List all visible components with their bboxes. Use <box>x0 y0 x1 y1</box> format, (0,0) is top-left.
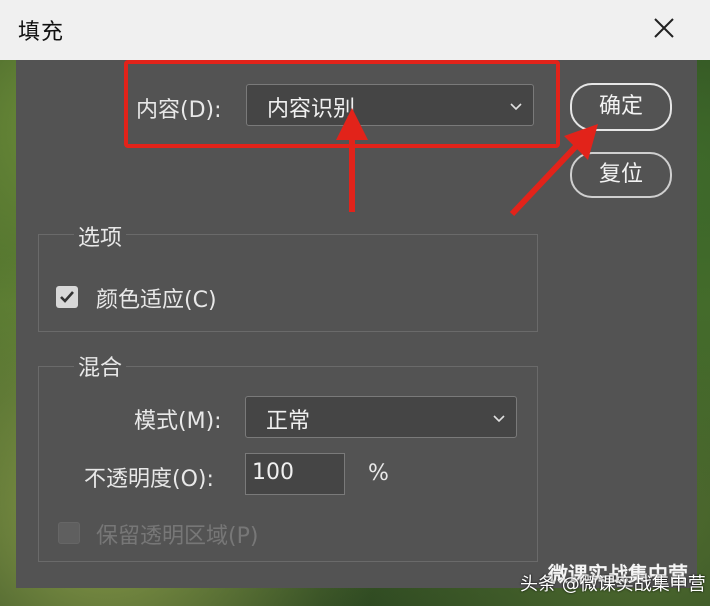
annotation-arrows <box>336 108 598 217</box>
watermark-caption: 头条 @微课实战集中营 <box>520 574 706 595</box>
